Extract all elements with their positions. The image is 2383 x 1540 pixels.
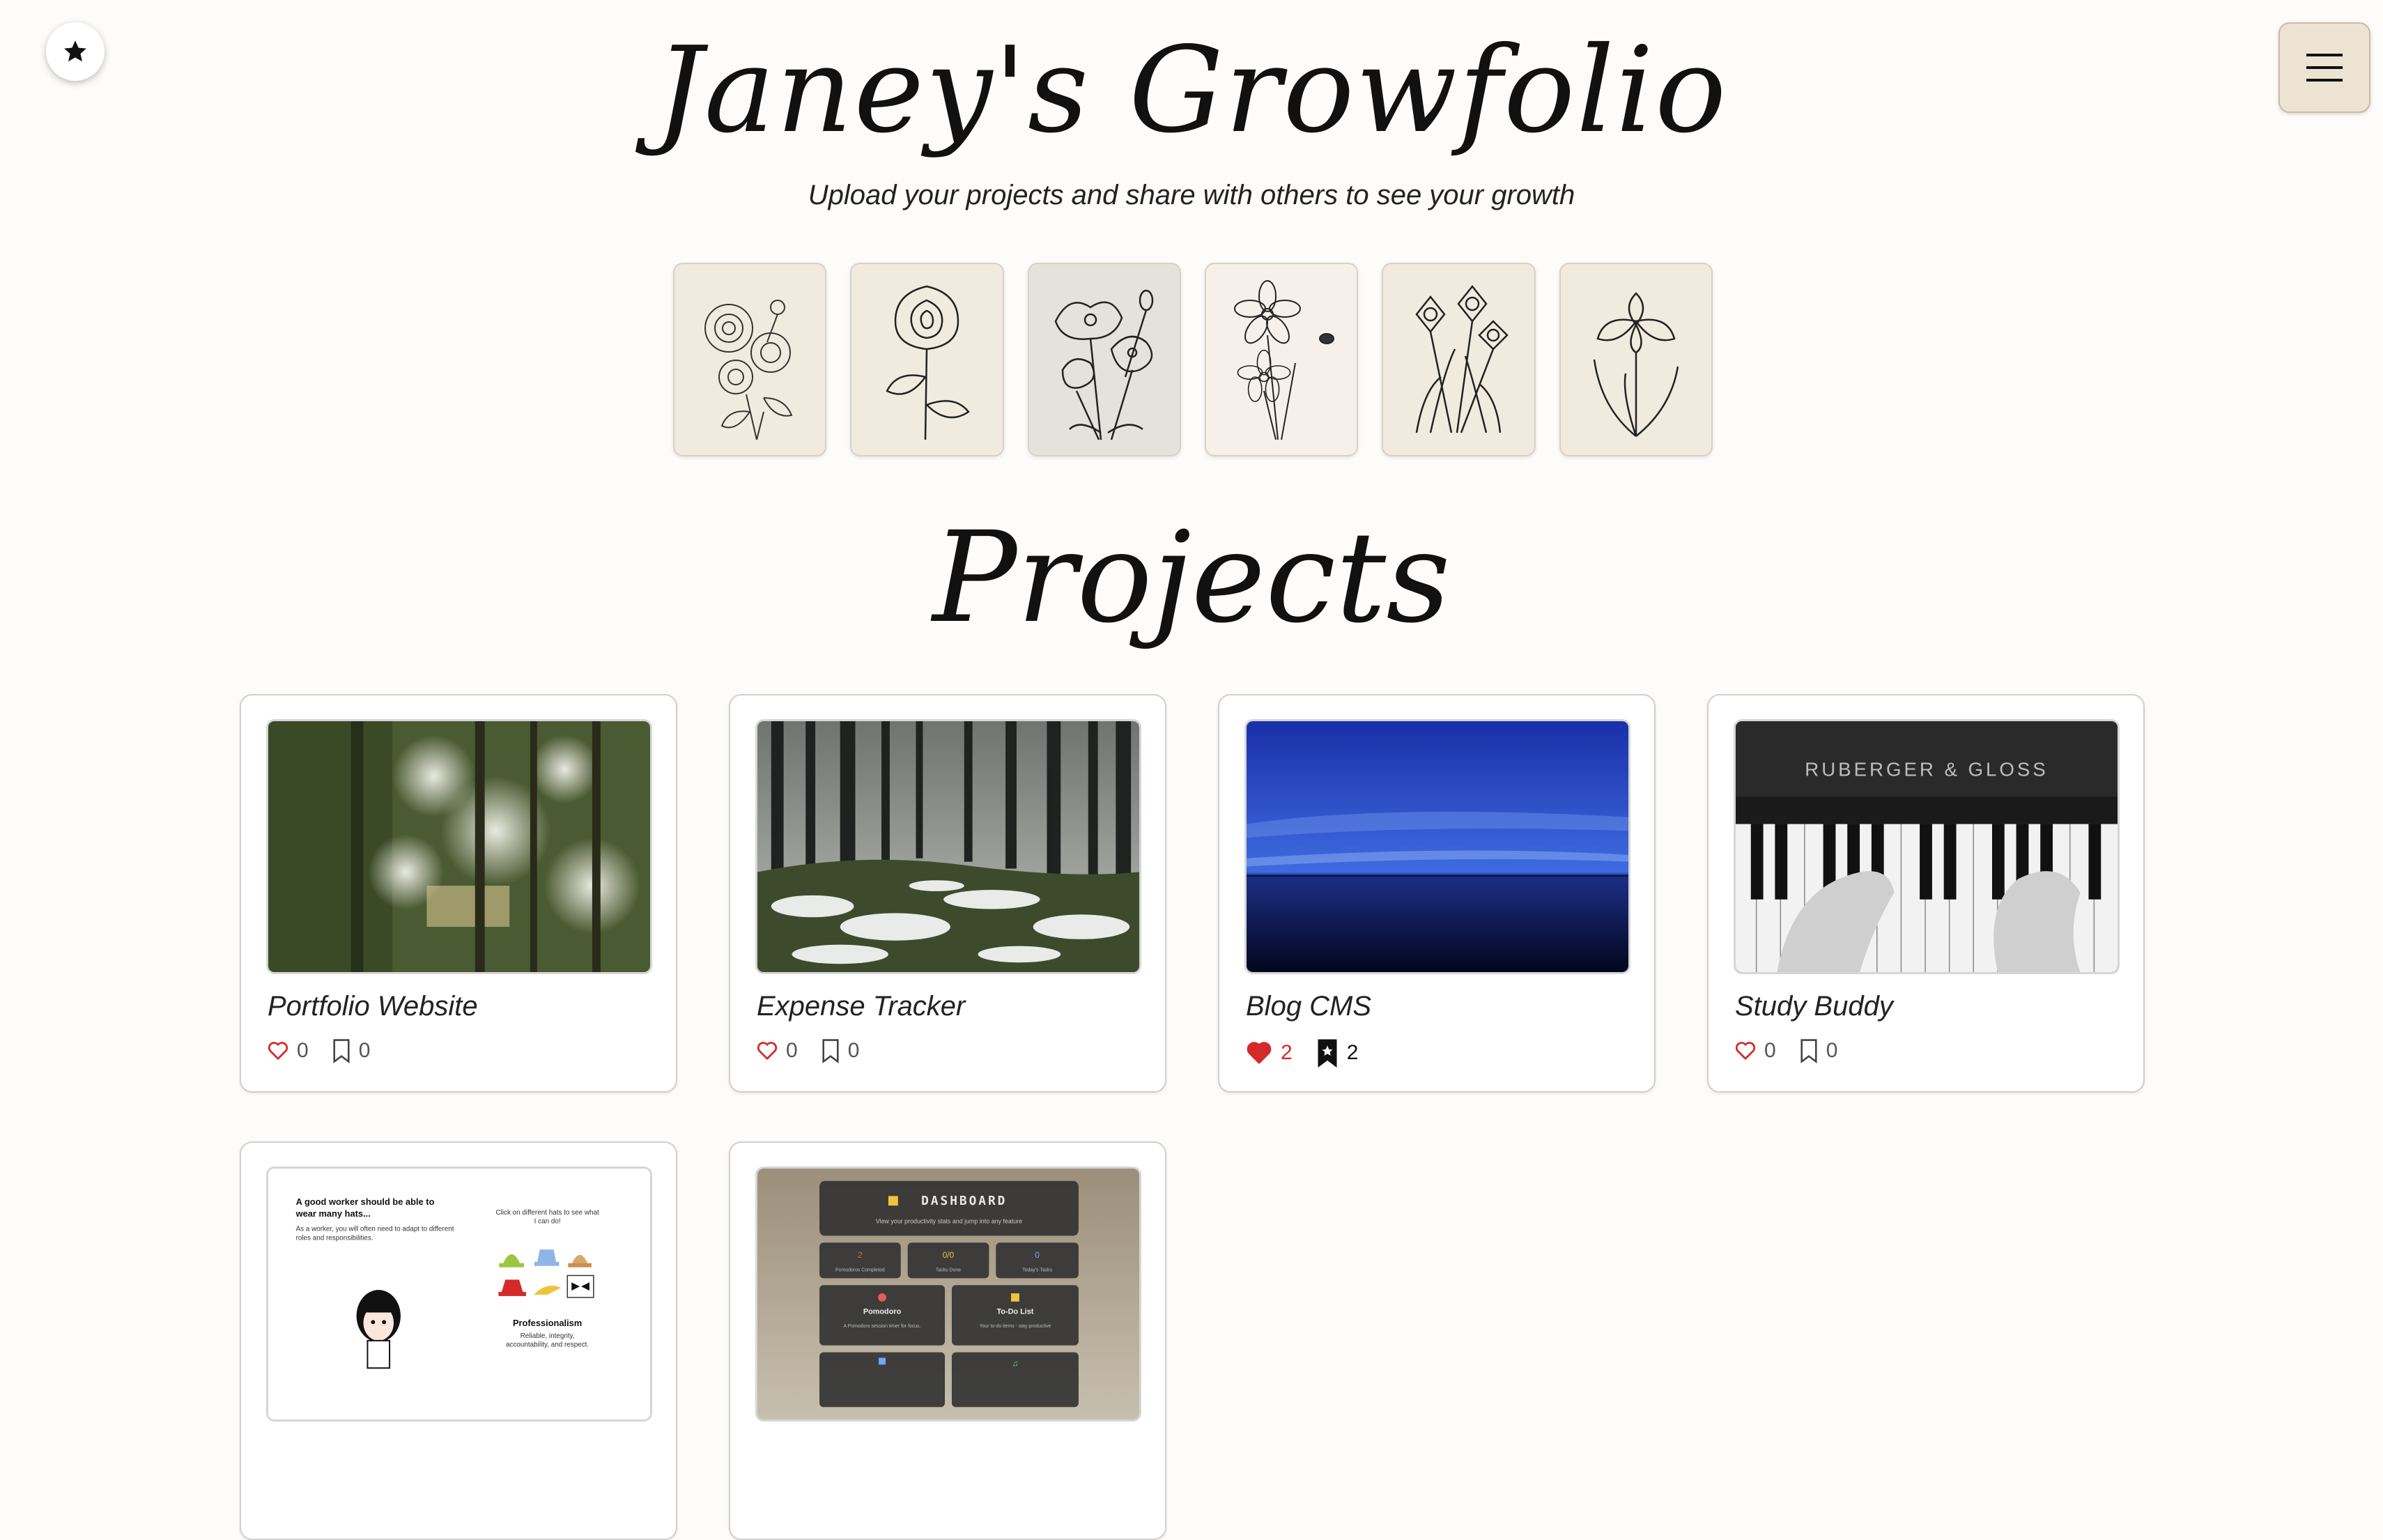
flower-tile-peony[interactable]: [673, 263, 827, 456]
project-title: Blog CMS: [1246, 991, 1372, 1022]
bookmark-outline-icon: [333, 1039, 350, 1063]
heart-filled-icon: [1247, 1042, 1272, 1064]
dash-title: DASHBOARD: [921, 1194, 1007, 1208]
site-title: Janey's Growfolio: [655, 22, 1728, 160]
save-button[interactable]: 0: [332, 1038, 371, 1063]
hats-body: As a worker, you will often need to adap…: [295, 1225, 454, 1242]
projects-grid: Portfolio Website 0 0 Expense Tracker 0 …: [240, 694, 2146, 1540]
project-thumbnail[interactable]: A good worker should be able to wear man…: [266, 1166, 652, 1422]
project-card[interactable]: Blog CMS 2 2: [1218, 694, 1656, 1093]
dash-subtitle: View your productivity stats and jump in…: [876, 1218, 1022, 1225]
poppy-sketch-icon: [1054, 289, 1154, 440]
dash-stat-2: 0/0: [943, 1250, 955, 1260]
snowy-forest-image: [757, 721, 1139, 972]
project-stats: 0 0: [268, 1038, 394, 1063]
like-count: 2: [1281, 1041, 1293, 1064]
dashboard-app-image: DASHBOARD View your productivity stats a…: [757, 1169, 1139, 1419]
bookmark-filled-icon: [1318, 1039, 1337, 1068]
flower-tile-poppy[interactable]: [1027, 263, 1181, 456]
dash-tile-pomodoro: Pomodoro: [863, 1308, 902, 1316]
rose-sketch-icon: [886, 285, 971, 440]
project-card[interactable]: Expense Tracker 0 0: [729, 694, 1166, 1093]
cosmos-sketch-icon: [1234, 280, 1335, 440]
bookmark-outline-icon: [822, 1039, 839, 1063]
like-button[interactable]: 0: [757, 1039, 798, 1063]
like-count: 0: [297, 1039, 309, 1062]
dash-stat-1: 2: [858, 1250, 863, 1260]
project-thumbnail[interactable]: [755, 719, 1141, 974]
site-subtitle: Upload your projects and share with othe…: [808, 180, 1575, 210]
flower-tile-rose[interactable]: [850, 263, 1004, 456]
project-stats: 0 0: [757, 1038, 883, 1063]
hats-desc: Reliable, integrity, accountability, and…: [506, 1332, 589, 1349]
heart-outline-icon: [1735, 1042, 1756, 1060]
like-button[interactable]: 0: [268, 1039, 309, 1063]
bookmark-outline-icon: [1800, 1039, 1817, 1063]
projects-heading: Projects: [932, 505, 1451, 651]
project-card[interactable]: A good worker should be able to wear man…: [240, 1141, 677, 1540]
dash-stat-1-label: Pomodoros Completed: [835, 1268, 885, 1273]
project-thumbnail[interactable]: [266, 719, 652, 974]
dash-stat-2-label: Tasks Done: [936, 1268, 961, 1273]
hats-app-image: A good worker should be able to wear man…: [268, 1169, 650, 1419]
project-title: Expense Tracker: [757, 991, 966, 1022]
like-button[interactable]: 0: [1735, 1039, 1776, 1063]
flower-gallery: [673, 263, 1713, 456]
save-button[interactable]: 0: [822, 1038, 860, 1063]
project-thumbnail[interactable]: RUBERGER & GLOSS: [1734, 719, 2120, 974]
flower-tile-iris[interactable]: [1559, 263, 1713, 456]
project-card[interactable]: Portfolio Website 0 0: [240, 694, 677, 1093]
project-card[interactable]: RUBERGER & GLOSS Study Buddy 0 0: [1707, 694, 2145, 1093]
forest-bokeh-image: [268, 721, 650, 972]
project-stats: 2 2: [1246, 1038, 1382, 1068]
save-count: 2: [1346, 1041, 1359, 1064]
flower-tile-daffodil[interactable]: [1382, 263, 1536, 456]
save-count: 0: [1826, 1039, 1838, 1062]
hats-heading: A good worker should be able to wear man…: [295, 1196, 435, 1219]
dash-tile-todo-sub: Your to-do items - stay productive: [980, 1324, 1051, 1329]
project-title: Study Buddy: [1735, 991, 1893, 1022]
save-count: 0: [358, 1039, 371, 1062]
like-count: 0: [786, 1039, 798, 1062]
dash-stat-3-label: Today's Tasks: [1022, 1268, 1052, 1273]
daffodil-sketch-icon: [1415, 284, 1509, 433]
flower-tile-cosmos[interactable]: [1204, 263, 1359, 456]
save-button[interactable]: 0: [1800, 1038, 1838, 1063]
project-card[interactable]: DASHBOARD View your productivity stats a…: [729, 1141, 1166, 1540]
like-count: 0: [1764, 1039, 1776, 1062]
blue-lake-image: [1247, 721, 1628, 972]
dash-stat-3: 0: [1035, 1250, 1040, 1260]
save-button[interactable]: 2: [1316, 1038, 1359, 1068]
piano-brand-text: RUBERGER & GLOSS: [1805, 759, 2048, 780]
save-count: 0: [847, 1039, 860, 1062]
svg-text:♫: ♫: [1012, 1358, 1018, 1368]
iris-sketch-icon: [1593, 292, 1679, 437]
dash-tile-pomodoro-sub: A Pomodoro session timer for focus.: [844, 1324, 921, 1329]
project-thumbnail[interactable]: [1244, 719, 1630, 974]
heart-outline-icon: [757, 1042, 778, 1060]
project-stats: 0 0: [1735, 1038, 1861, 1063]
project-thumbnail[interactable]: DASHBOARD View your productivity stats a…: [755, 1166, 1141, 1422]
peony-sketch-icon: [704, 300, 793, 440]
hats-label: Professionalism: [513, 1318, 582, 1328]
like-button[interactable]: 2: [1246, 1041, 1293, 1065]
project-title: Portfolio Website: [268, 991, 478, 1022]
hats-prompt: Click on different hats to see what I ca…: [495, 1209, 599, 1226]
piano-hands-image: RUBERGER & GLOSS: [1736, 721, 2118, 972]
heart-outline-icon: [268, 1042, 288, 1060]
dash-tile-todo: To-Do List: [996, 1308, 1033, 1316]
